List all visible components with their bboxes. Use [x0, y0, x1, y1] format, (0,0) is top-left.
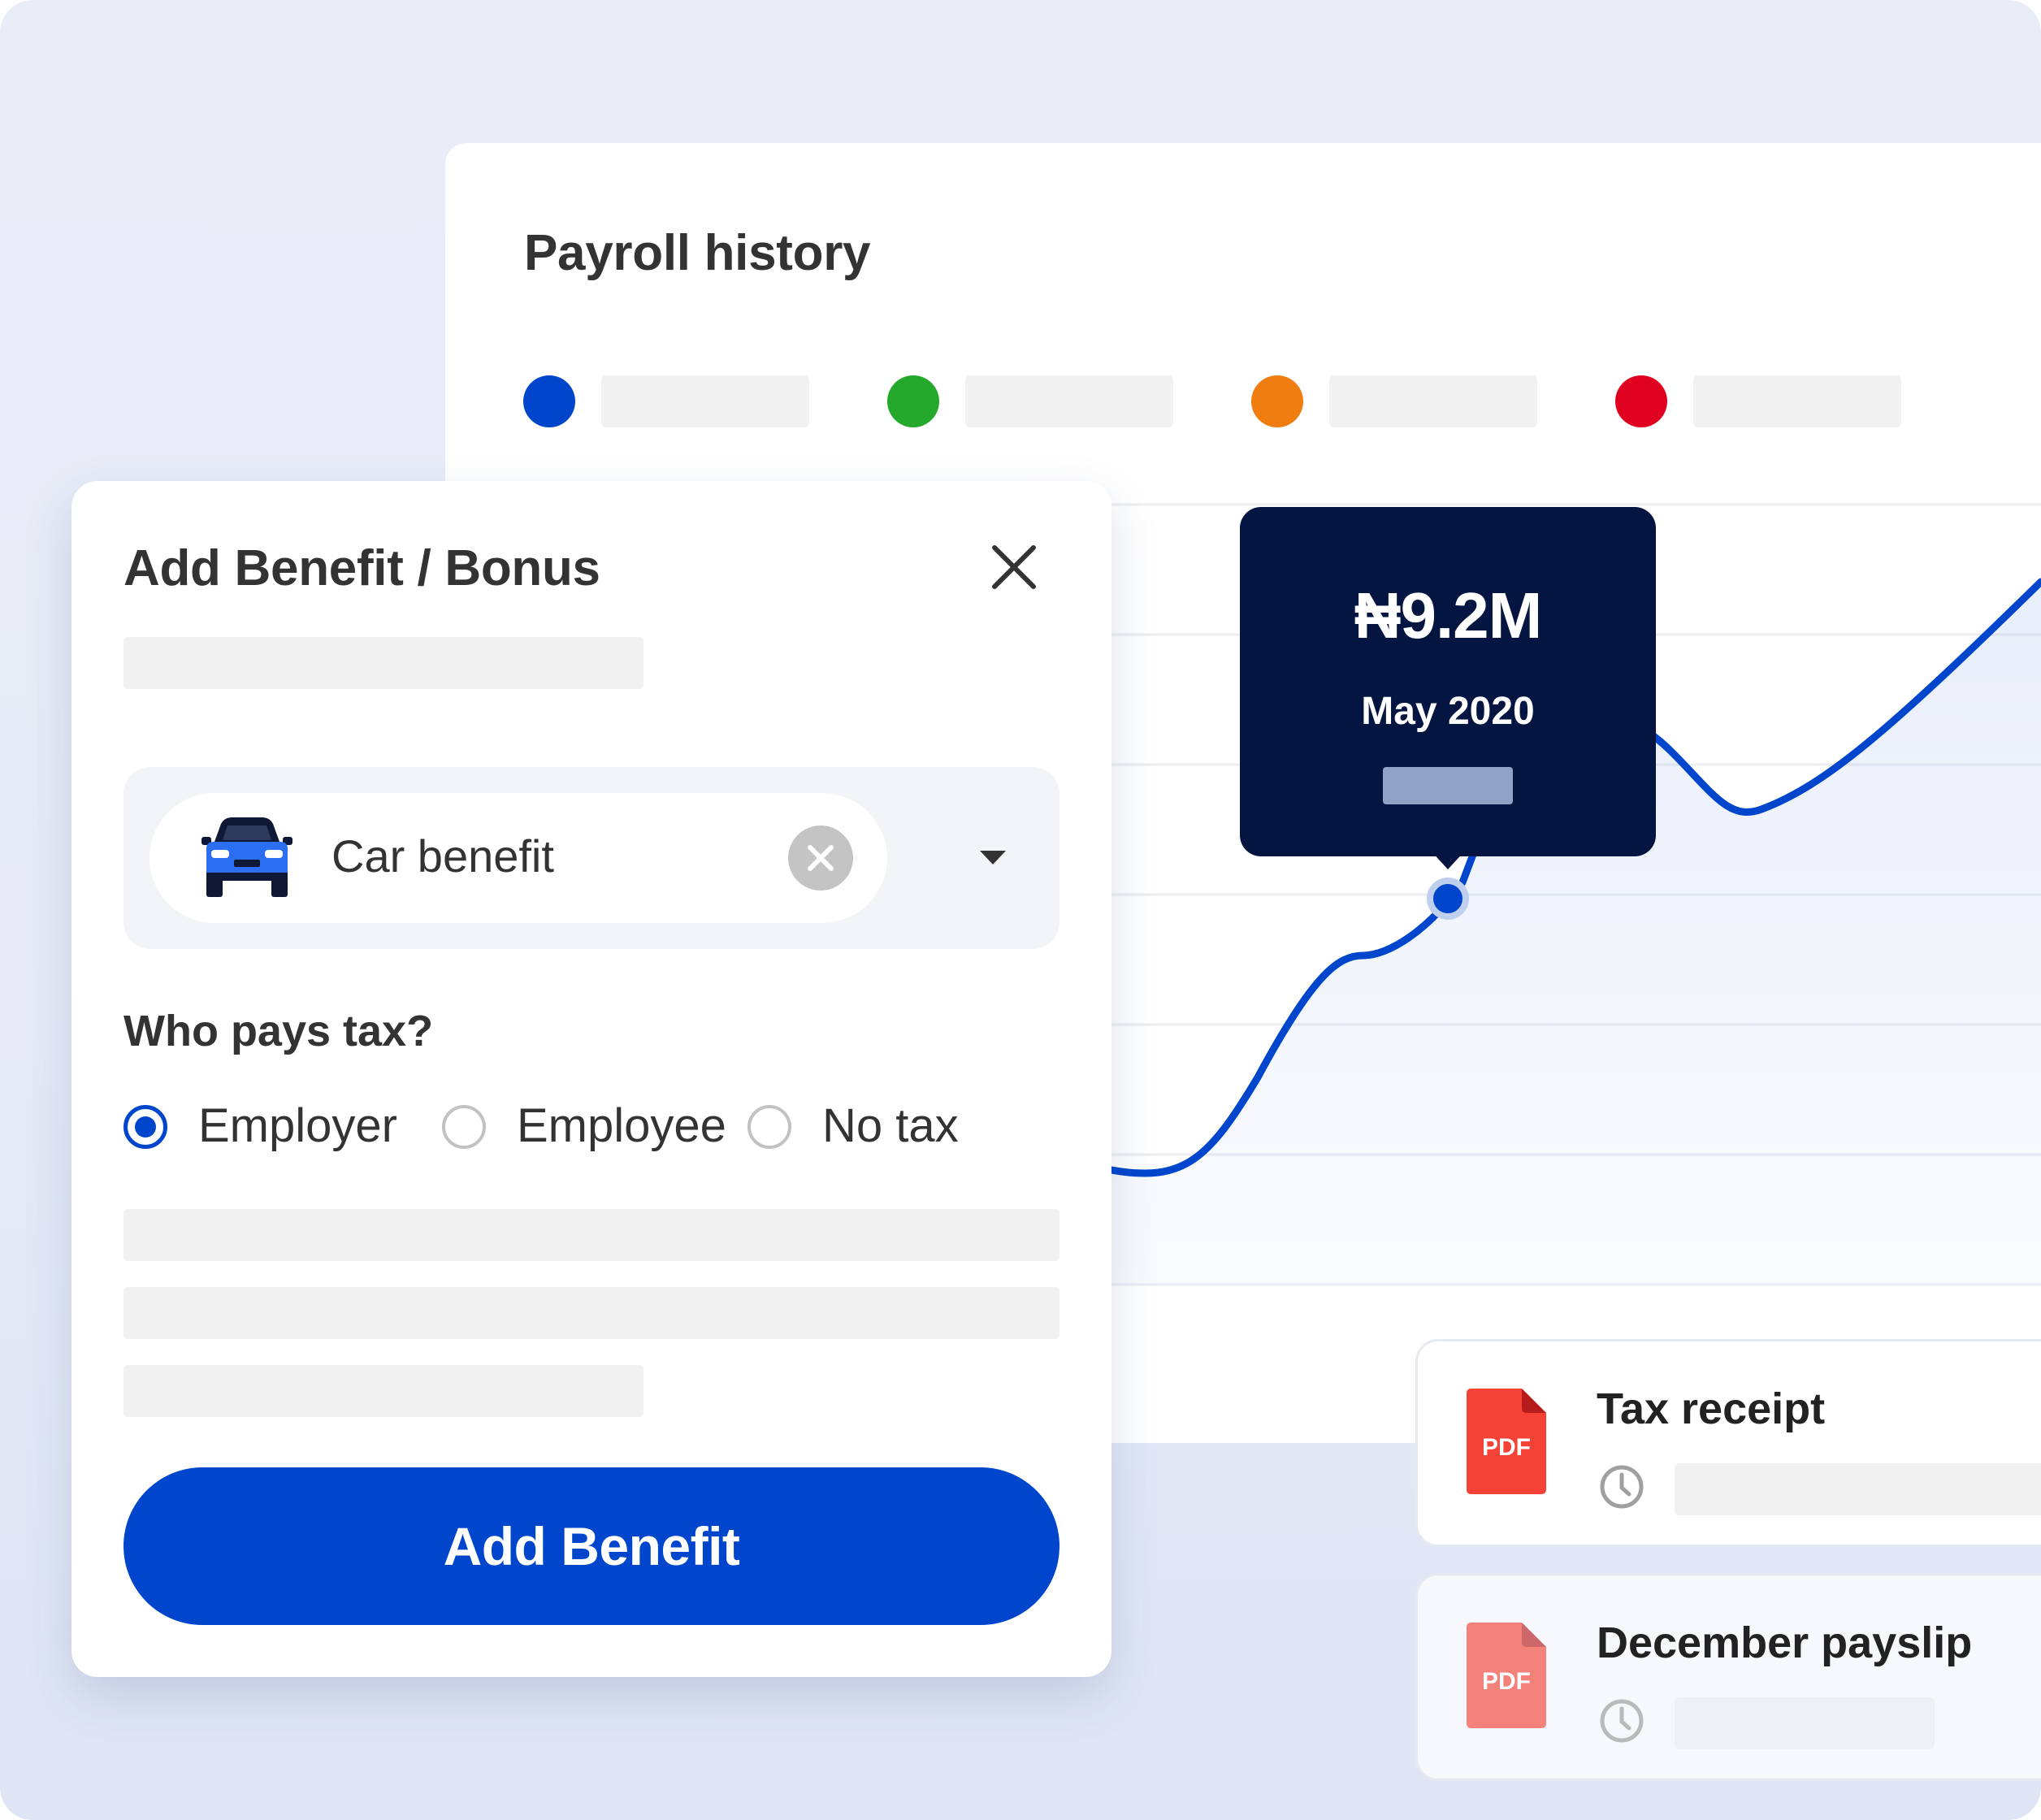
- radio-label: No tax: [822, 1099, 959, 1152]
- modal-title: Add Benefit / Bonus: [124, 540, 600, 596]
- car-icon: [202, 817, 292, 897]
- legend-dot-green: [887, 375, 939, 427]
- legend-dot-blue: [523, 375, 575, 427]
- clock-icon: [1600, 1465, 1644, 1509]
- legend-label-placeholder: [965, 375, 1173, 427]
- background: Payroll history ₦9.2M May 2020 PDF Tax r…: [0, 0, 2041, 1820]
- chart-tooltip: ₦9.2M May 2020: [1240, 507, 1656, 856]
- legend-dot-orange: [1251, 375, 1303, 427]
- document-meta-placeholder: [1675, 1697, 1935, 1749]
- radio-label: Employer: [198, 1099, 397, 1152]
- add-benefit-button[interactable]: Add Benefit: [124, 1467, 1060, 1625]
- chevron-down-icon[interactable]: [980, 851, 1006, 864]
- chart-data-point[interactable]: [1427, 878, 1469, 920]
- radio-button[interactable]: [748, 1105, 791, 1149]
- radio-button[interactable]: [442, 1105, 486, 1149]
- selected-benefit-chip[interactable]: Car benefit: [150, 793, 887, 923]
- document-card-december-payslip[interactable]: PDF December payslip: [1415, 1573, 2041, 1781]
- pdf-icon: PDF: [1467, 1623, 1546, 1728]
- tooltip-value: ₦9.2M: [1354, 579, 1543, 652]
- pdf-icon: PDF: [1467, 1389, 1546, 1494]
- form-field-placeholder: [124, 1209, 1060, 1261]
- tooltip-pointer: [1430, 850, 1466, 869]
- form-field-placeholder: [124, 1365, 644, 1417]
- tooltip-placeholder: [1383, 767, 1513, 804]
- legend-label-placeholder: [601, 375, 809, 427]
- tax-question-label: Who pays tax?: [124, 1007, 434, 1055]
- legend-label-placeholder: [1329, 375, 1537, 427]
- clear-selection-icon[interactable]: [788, 826, 853, 890]
- document-title: December payslip: [1597, 1618, 1973, 1667]
- subtitle-placeholder: [124, 637, 644, 689]
- pdf-badge: PDF: [1482, 1434, 1531, 1461]
- tax-payer-radio-group: Employer Employee No tax: [124, 1097, 1058, 1154]
- benefit-select[interactable]: Car benefit: [124, 767, 1060, 949]
- add-benefit-modal: Add Benefit / Bonus Car benefit Who pays…: [72, 481, 1112, 1677]
- document-title: Tax receipt: [1597, 1384, 1826, 1433]
- pdf-badge: PDF: [1482, 1668, 1531, 1695]
- clock-icon: [1600, 1699, 1644, 1743]
- form-field-placeholder: [124, 1287, 1060, 1339]
- selected-benefit-label: Car benefit: [332, 830, 554, 882]
- radio-label: Employee: [517, 1099, 726, 1152]
- document-meta-placeholder: [1675, 1463, 2041, 1515]
- legend-dot-red: [1615, 375, 1667, 427]
- document-card-tax-receipt[interactable]: PDF Tax receipt: [1415, 1339, 2041, 1547]
- tooltip-date: May 2020: [1361, 690, 1535, 733]
- legend-label-placeholder: [1693, 375, 1901, 427]
- radio-button[interactable]: [124, 1105, 167, 1149]
- panel-title: Payroll history: [524, 225, 871, 281]
- close-icon[interactable]: [990, 543, 1038, 592]
